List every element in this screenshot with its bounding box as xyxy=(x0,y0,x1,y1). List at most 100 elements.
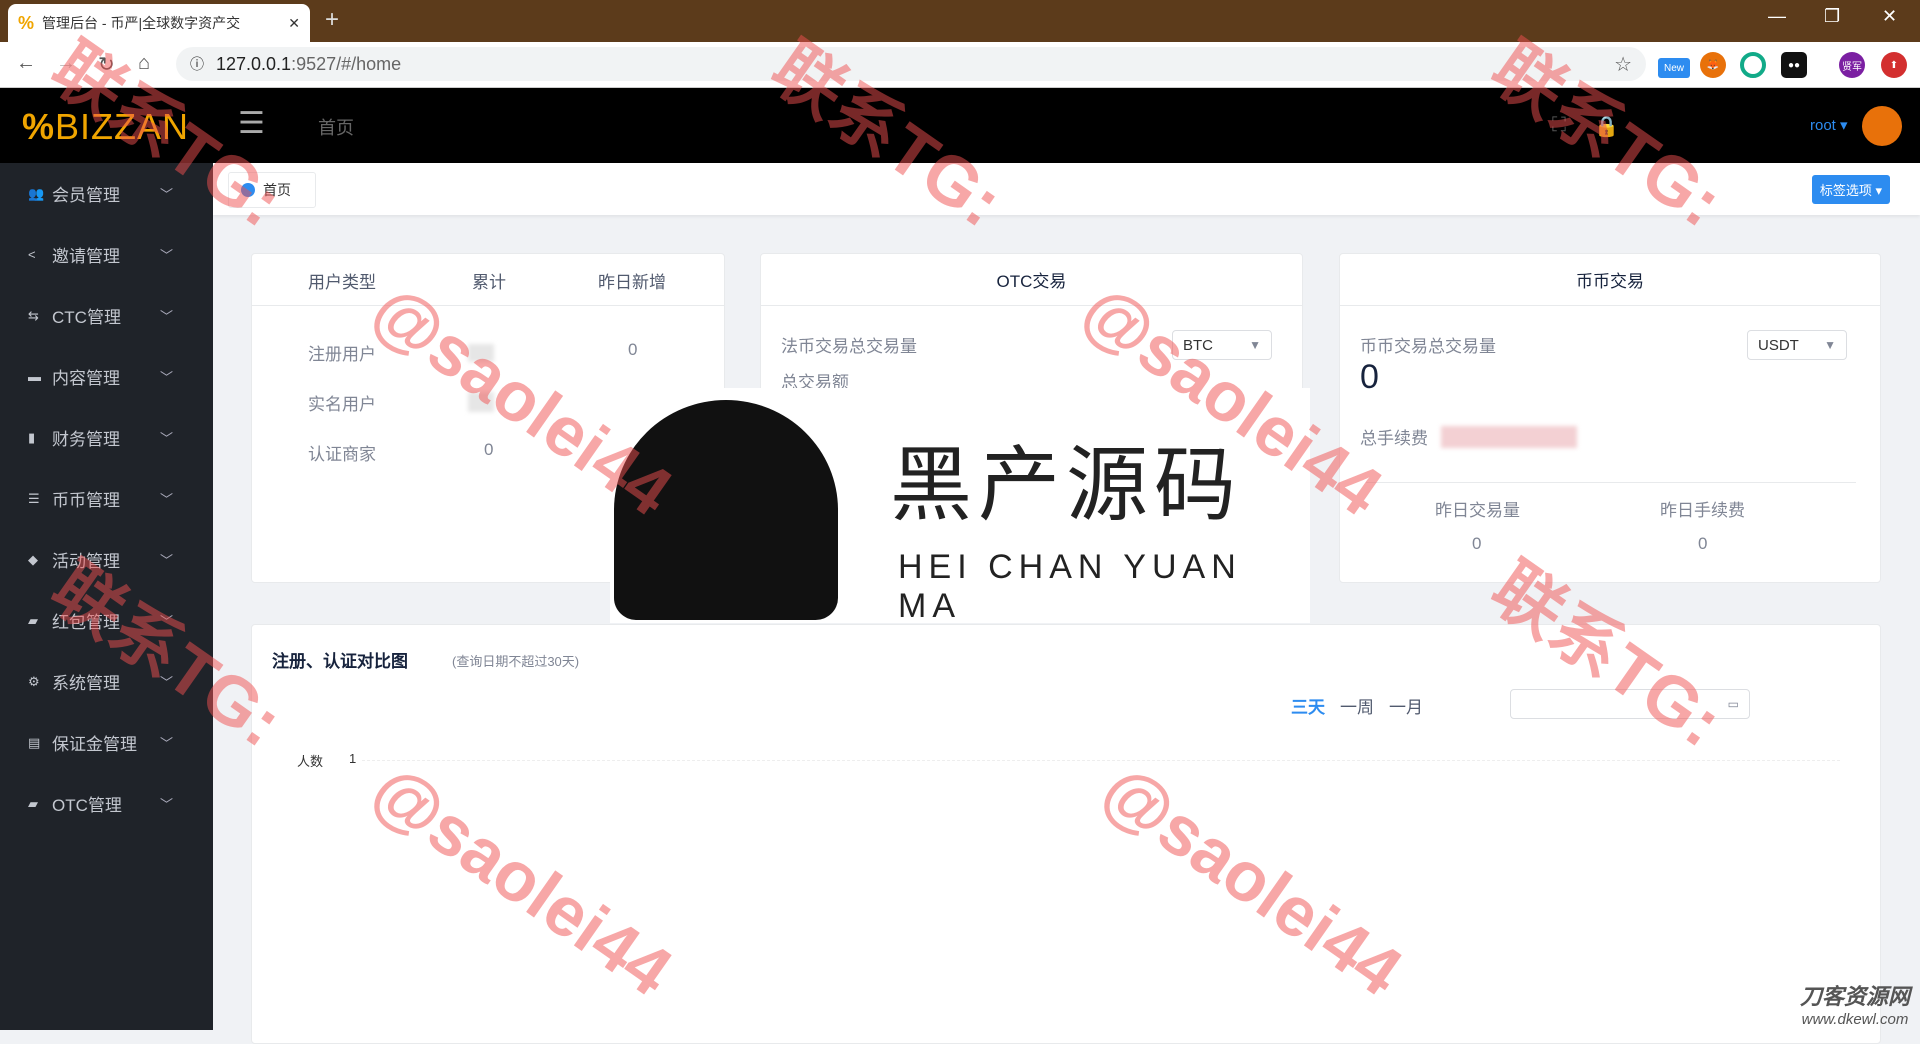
app-header: %BIZZAN ☰ 首页 ⛶ 🔒 root ▾ xyxy=(0,88,1920,163)
tag-home[interactable]: 首页 xyxy=(228,172,316,208)
sidebar-item-label: OTC管理 xyxy=(52,796,122,815)
sidebar-item[interactable]: ▰ OTC管理 ﹀ xyxy=(0,773,213,834)
logo[interactable]: %BIZZAN xyxy=(22,106,189,148)
col-yesterday: 昨日新增 xyxy=(598,273,666,292)
swap-icon: ⇆ xyxy=(28,307,39,323)
browser-tab[interactable]: % 管理后台 - 币严|全球数字资产交 ✕ xyxy=(8,4,310,42)
sidebar-item-label: 活动管理 xyxy=(52,552,120,571)
lock-icon[interactable]: 🔒 xyxy=(1594,114,1619,139)
url-path: :9527/#/home xyxy=(291,53,402,74)
back-icon[interactable]: ← xyxy=(16,52,36,75)
url-input[interactable]: ⓘ 127.0.0.1:9527/#/home ☆ xyxy=(176,47,1646,81)
range-3days[interactable]: 三天 xyxy=(1291,693,1325,718)
yesterday-fee: 0 xyxy=(1698,534,1708,553)
sidebar-item[interactable]: < 邀请管理 ﹀ xyxy=(0,224,213,285)
briefcase-icon: ▰ xyxy=(28,795,38,811)
divider xyxy=(1366,482,1856,483)
folder-icon: ▬ xyxy=(28,369,41,384)
watermark-logo: 黑产源码 HEI CHAN YUAN MA xyxy=(610,388,1310,625)
sidebar-item-label: 币币管理 xyxy=(52,491,120,510)
ring-ext-icon[interactable] xyxy=(1740,52,1766,78)
restore-icon[interactable]: ❐ xyxy=(1824,6,1840,27)
chevron-down-icon: ﹀ xyxy=(159,675,173,690)
chart-title: 注册、认证对比图 xyxy=(272,652,408,671)
fullscreen-icon[interactable]: ⛶ xyxy=(1552,114,1566,137)
range-month[interactable]: 一月 xyxy=(1389,693,1423,718)
otc-volume-label: 法币交易总交易量 xyxy=(781,337,917,356)
logo-text: BIZZAN xyxy=(55,106,190,147)
tab-title: 管理后台 - 币严|全球数字资产交 xyxy=(42,15,241,31)
username: root xyxy=(1810,117,1836,134)
otc-coin-select[interactable]: BTC ▼ xyxy=(1172,330,1272,360)
logo-en-text: HEI CHAN YUAN MA xyxy=(898,548,1242,625)
breadcrumb-home[interactable]: 首页 xyxy=(318,114,354,140)
browser-tab-strip: % 管理后台 - 币严|全球数字资产交 ✕ + — ❐ ✕ xyxy=(0,0,1920,42)
tag-dot-icon xyxy=(241,183,255,197)
blurred-value xyxy=(468,344,494,362)
sidebar-item-label: 内容管理 xyxy=(52,369,120,388)
sidebar-item[interactable]: ▮ 财务管理 ﹀ xyxy=(0,407,213,468)
tag-options-button[interactable]: 标签选项 ▾ xyxy=(1811,175,1890,204)
menu-toggle-icon[interactable]: ☰ xyxy=(238,106,265,141)
user-dropdown[interactable]: root ▾ xyxy=(1810,116,1848,134)
chevron-down-icon: ﹀ xyxy=(159,614,173,629)
chevron-down-icon: ﹀ xyxy=(159,553,173,568)
close-tab-icon[interactable]: ✕ xyxy=(288,15,300,32)
y-tick: 1 xyxy=(349,751,357,766)
site-url: www.dkewl.com xyxy=(1801,1011,1909,1028)
blurred-value xyxy=(468,392,494,412)
chevron-down-icon: ﹀ xyxy=(159,187,173,202)
sidebar-item[interactable]: ⇆ CTC管理 ﹀ xyxy=(0,285,213,346)
chevron-down-icon: ﹀ xyxy=(159,248,173,263)
users-card-header: 用户类型 累计 昨日新增 xyxy=(252,254,724,306)
bizzan-favicon-icon: % xyxy=(18,12,35,33)
gear-icon: ⚙ xyxy=(28,673,40,689)
chevron-down-icon: ﹀ xyxy=(159,492,173,507)
sidebar-item[interactable]: ▤ 保证金管理 ﹀ xyxy=(0,712,213,773)
reload-icon[interactable]: ↻ xyxy=(98,52,115,77)
yesterday-fee-label: 昨日手续费 xyxy=(1660,501,1745,520)
chevron-down-icon: ﹀ xyxy=(159,431,173,446)
row-type: 实名用户 xyxy=(308,395,376,414)
site-cn: 刀客资源网 xyxy=(1799,984,1910,1009)
blurred-value xyxy=(1441,426,1577,448)
coin-card-header: 币币交易 xyxy=(1340,254,1880,306)
sliders-icon: ☰ xyxy=(28,490,40,506)
sidebar-item[interactable]: ☰ 币币管理 ﹀ xyxy=(0,468,213,529)
bookmark-star-icon[interactable]: ☆ xyxy=(1614,52,1632,77)
calendar-icon: ▭ xyxy=(1727,697,1739,711)
chart-card: 注册、认证对比图 (查询日期不超过30天) 三天 一周 一月 ▭ 人数 1 xyxy=(251,624,1881,1044)
site-watermark: 刀客资源网 www.dkewl.com xyxy=(1800,979,1910,1028)
metamask-icon[interactable]: 🦊 xyxy=(1700,52,1726,78)
row-type: 认证商家 xyxy=(308,445,376,464)
tampermonkey-icon[interactable]: ●● xyxy=(1781,52,1807,78)
chevron-down-icon: ﹀ xyxy=(159,797,173,812)
avatar[interactable] xyxy=(1862,106,1902,146)
ext-new-icon[interactable]: New xyxy=(1658,58,1690,78)
close-window-icon[interactable]: ✕ xyxy=(1882,6,1897,27)
col-total: 累计 xyxy=(472,273,506,292)
money-icon: ▤ xyxy=(28,734,41,750)
new-tab-icon[interactable]: + xyxy=(325,6,339,34)
coin-fee-label: 总手续费 xyxy=(1360,429,1428,448)
sidebar-item[interactable]: ▰ 红包管理 ﹀ xyxy=(0,590,213,651)
date-range-input[interactable]: ▭ xyxy=(1510,689,1750,719)
coin-select[interactable]: USDT ▼ xyxy=(1747,330,1847,360)
sidebar-item[interactable]: ⚙ 系统管理 ﹀ xyxy=(0,651,213,712)
tag-label: 首页 xyxy=(263,182,291,198)
row-yesterday: 0 xyxy=(628,340,638,359)
forward-icon[interactable]: → xyxy=(56,52,76,75)
upload-ext-icon[interactable]: ⬆ xyxy=(1881,52,1907,78)
info-icon: ⓘ xyxy=(190,56,204,72)
sidebar-item[interactable]: ◆ 活动管理 ﹀ xyxy=(0,529,213,590)
grid-line xyxy=(362,760,1840,761)
coin-select-value: USDT xyxy=(1758,336,1799,354)
sidebar-item[interactable]: ▬ 内容管理 ﹀ xyxy=(0,346,213,407)
minimize-icon[interactable]: — xyxy=(1768,6,1786,27)
sidebar-item-label: 会员管理 xyxy=(52,186,120,205)
home-icon[interactable]: ⌂ xyxy=(138,52,150,75)
range-week[interactable]: 一周 xyxy=(1340,693,1374,718)
sidebar-item[interactable]: 👥 会员管理 ﹀ xyxy=(0,163,213,224)
profile-avatar[interactable]: 贤军 xyxy=(1839,52,1865,78)
y-axis-label: 人数 xyxy=(297,754,324,769)
